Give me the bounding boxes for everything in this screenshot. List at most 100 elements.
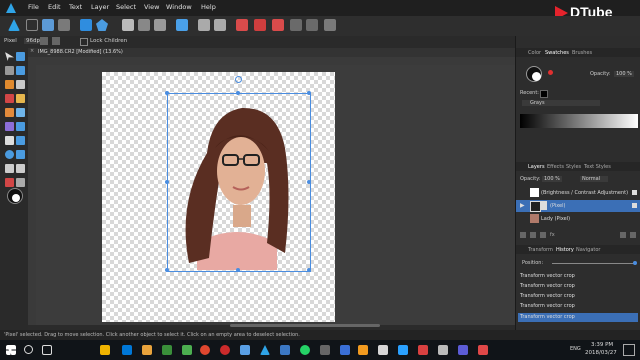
eraser-icon[interactable] xyxy=(5,94,14,103)
notifications-icon[interactable] xyxy=(623,344,635,356)
hand-tool-icon[interactable] xyxy=(16,164,25,173)
opera-icon[interactable] xyxy=(220,345,230,355)
align-center-icon[interactable] xyxy=(214,19,226,31)
tab-brushes[interactable]: Brushes xyxy=(572,50,592,56)
tab-navigator[interactable]: Navigator xyxy=(576,247,600,253)
sheets-icon[interactable] xyxy=(162,345,172,355)
rotate-handle[interactable] xyxy=(235,76,242,83)
delete-layer-icon[interactable] xyxy=(630,232,636,238)
illustrator-icon[interactable] xyxy=(358,345,368,355)
pen-tool-icon[interactable] xyxy=(5,136,14,145)
develop-persona-icon[interactable] xyxy=(42,19,54,31)
close-document-icon[interactable]: × xyxy=(30,48,34,54)
whatsapp-icon[interactable] xyxy=(300,345,310,355)
history-entry[interactable]: Transform vector crop xyxy=(518,292,638,301)
layer-row-selected[interactable]: ▶ (Pixel) xyxy=(516,200,640,212)
photo-persona-icon[interactable] xyxy=(8,19,20,31)
store-icon[interactable] xyxy=(142,345,152,355)
menu-window[interactable]: Window xyxy=(166,3,192,11)
remote-desktop-icon[interactable] xyxy=(240,345,250,355)
history-entry[interactable]: Transform vector crop xyxy=(518,282,638,291)
handle-top-right[interactable] xyxy=(307,91,311,95)
opacity-field[interactable]: 100 % xyxy=(614,71,634,77)
lock-children-checkbox[interactable] xyxy=(80,38,88,46)
menu-select[interactable]: Select xyxy=(116,3,136,11)
file-explorer-icon[interactable] xyxy=(100,345,110,355)
tab-history[interactable]: History xyxy=(556,247,574,253)
teams-icon[interactable] xyxy=(458,345,468,355)
tab-styles[interactable]: Styles xyxy=(566,164,581,170)
layer-opacity-field[interactable]: 100 % xyxy=(542,176,562,182)
inpainting-icon[interactable] xyxy=(5,122,14,131)
blur-icon[interactable] xyxy=(16,108,25,117)
align-left-icon[interactable] xyxy=(198,19,210,31)
snapping-icon[interactable] xyxy=(176,19,188,31)
stroke-color-swatch[interactable] xyxy=(532,72,541,81)
mask-layer-icon[interactable] xyxy=(530,232,536,238)
no-color-icon[interactable] xyxy=(548,70,553,75)
pentagon-icon[interactable] xyxy=(96,19,108,31)
ellipse-tool-icon[interactable] xyxy=(5,150,14,159)
language-indicator[interactable]: ENG xyxy=(570,346,581,352)
handle-bottom-right[interactable] xyxy=(307,268,311,272)
vpn-icon[interactable] xyxy=(398,345,408,355)
view-tool-icon[interactable] xyxy=(16,52,25,61)
grays-swatches[interactable] xyxy=(520,114,638,128)
dodge-icon[interactable] xyxy=(16,94,25,103)
edge-icon[interactable] xyxy=(122,345,132,355)
adjustments-icon[interactable] xyxy=(80,19,92,31)
history-entry[interactable]: Transform vector crop xyxy=(518,302,638,311)
menu-file[interactable]: File xyxy=(28,3,39,11)
affinity-photo-icon[interactable] xyxy=(260,345,270,355)
tab-effects[interactable]: Effects xyxy=(547,164,564,170)
position-slider[interactable] xyxy=(552,263,636,264)
clock-date[interactable]: 2018/03/27 xyxy=(585,350,617,356)
handle-middle-left[interactable] xyxy=(165,180,169,184)
notepad-icon[interactable] xyxy=(378,345,388,355)
tab-transform[interactable]: Transform xyxy=(528,247,553,253)
menu-help[interactable]: Help xyxy=(201,3,216,11)
rotate-icon[interactable] xyxy=(290,19,302,31)
handle-top-left[interactable] xyxy=(165,91,169,95)
handle-top-center[interactable] xyxy=(236,91,240,95)
visual-studio-icon[interactable] xyxy=(280,345,290,355)
visibility-checkbox[interactable] xyxy=(632,203,637,208)
flip-icon[interactable] xyxy=(306,19,318,31)
windows-start-icon[interactable] xyxy=(6,345,16,355)
handle-bottom-center[interactable] xyxy=(236,268,240,272)
secondary-color-swatch[interactable] xyxy=(12,194,20,202)
liquify-persona-icon[interactable] xyxy=(26,19,38,31)
recent-swatch[interactable] xyxy=(540,90,548,98)
history-entry-selected[interactable]: Transform vector crop xyxy=(518,313,638,322)
chrome-icon[interactable] xyxy=(200,345,210,355)
gradient-icon[interactable] xyxy=(16,122,25,131)
blend-mode-select[interactable]: Normal xyxy=(580,176,609,182)
menu-edit[interactable]: Edit xyxy=(48,3,61,11)
selection-add-icon[interactable] xyxy=(138,19,150,31)
selection-subtract-icon[interactable] xyxy=(154,19,166,31)
fx-icon[interactable]: fx xyxy=(550,232,555,238)
layer-row[interactable]: (Brightness / Contrast Adjustment) xyxy=(516,187,640,199)
word-icon[interactable] xyxy=(340,345,350,355)
tab-text-styles[interactable]: Text Styles xyxy=(584,164,611,170)
handle-bottom-left[interactable] xyxy=(165,268,169,272)
insert-icon[interactable] xyxy=(324,19,336,31)
document-tab[interactable]: IMG_8988.CR2 [Modified] (13.6%) × xyxy=(28,48,515,57)
layer-options-icon[interactable] xyxy=(520,232,526,238)
tab-swatches[interactable]: Swatches xyxy=(545,50,569,56)
tone-mapping-persona-icon[interactable] xyxy=(58,19,70,31)
selection-box[interactable] xyxy=(167,93,311,272)
arrange-icon[interactable] xyxy=(236,19,248,31)
node-tool-icon[interactable] xyxy=(16,136,25,145)
rectangle-tool-icon[interactable] xyxy=(16,150,25,159)
palette-select[interactable]: Grays xyxy=(522,100,600,106)
layer-row[interactable]: Lady (Pixel) xyxy=(516,213,640,225)
youtube-icon[interactable] xyxy=(478,345,488,355)
expand-arrow-icon[interactable]: ▶ xyxy=(520,202,525,209)
menu-layer[interactable]: Layer xyxy=(91,3,109,11)
flood-fill-icon[interactable] xyxy=(5,80,14,89)
position-slider-handle[interactable] xyxy=(633,261,637,265)
task-view-icon[interactable] xyxy=(42,345,52,355)
search-icon[interactable] xyxy=(24,345,33,354)
paint-brush-icon[interactable] xyxy=(16,80,25,89)
